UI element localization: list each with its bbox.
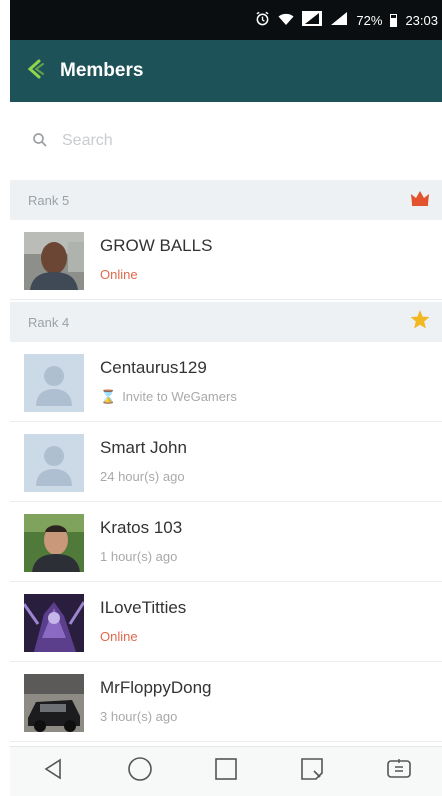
member-row[interactable]: ILoveTitties Online [10, 582, 442, 662]
section-header-rank-5: Rank 5 [10, 180, 442, 220]
member-status: Online [100, 267, 138, 282]
section-header-rank-4: Rank 4 [10, 302, 442, 342]
member-name: GROW BALLS [100, 236, 213, 255]
member-row[interactable]: Centaurus129 ⌛ Invite to WeGamers [10, 342, 442, 422]
nav-home-button[interactable] [120, 752, 160, 792]
clock: 23:03 [405, 12, 438, 28]
capture-icon [300, 757, 324, 786]
hourglass-icon: ⌛ [100, 389, 117, 404]
search-bar[interactable] [10, 102, 442, 180]
crown-icon [410, 190, 430, 211]
avatar [24, 674, 84, 732]
recents-icon [214, 757, 238, 786]
nav-back-button[interactable] [33, 752, 73, 792]
member-row[interactable]: Smart John 24 hour(s) ago [10, 422, 442, 502]
section-label: Rank 4 [28, 314, 70, 330]
page-title: Members [60, 60, 144, 81]
avatar-placeholder [24, 354, 84, 412]
avatar [24, 514, 84, 572]
member-row[interactable]: GROW BALLS Online [10, 220, 442, 300]
dual-window-icon [386, 757, 412, 786]
signal-icon-2 [330, 11, 348, 29]
member-status: Online [100, 629, 138, 644]
status-bar: 72% 23:03 [10, 0, 442, 40]
member-name: Smart John [100, 438, 187, 457]
member-status: 3 hour(s) ago [100, 709, 178, 724]
member-name: MrFloppyDong [100, 678, 212, 697]
star-icon [410, 310, 430, 334]
system-nav-bar [10, 746, 442, 796]
back-icon [41, 757, 65, 786]
home-icon [127, 756, 153, 787]
avatar [24, 232, 84, 290]
back-arrow-icon [24, 58, 46, 85]
signal-icon [302, 11, 323, 29]
member-row[interactable]: Kratos 103 1 hour(s) ago [10, 502, 442, 582]
avatar [24, 594, 84, 652]
member-status: 24 hour(s) ago [100, 469, 185, 484]
avatar-placeholder [24, 434, 84, 492]
search-input[interactable] [62, 132, 362, 150]
battery-icon [390, 13, 398, 27]
alarm-icon [255, 11, 270, 29]
search-icon [32, 132, 50, 150]
back-button[interactable] [10, 40, 60, 102]
member-status: 1 hour(s) ago [100, 549, 178, 564]
member-name: Kratos 103 [100, 518, 183, 537]
member-name: ILoveTitties [100, 598, 187, 617]
member-row[interactable]: MrFloppyDong 3 hour(s) ago [10, 662, 442, 742]
wifi-icon [278, 12, 294, 29]
nav-dual-window-button[interactable] [379, 752, 419, 792]
battery-percent: 72% [356, 12, 383, 28]
member-name: Centaurus129 [100, 358, 207, 377]
app-bar: Members [10, 40, 442, 102]
nav-capture-button[interactable] [292, 752, 332, 792]
invite-label: Invite to WeGamers [122, 389, 237, 404]
member-invite-status[interactable]: ⌛ Invite to WeGamers [100, 389, 237, 405]
nav-recents-button[interactable] [206, 752, 246, 792]
section-label: Rank 5 [28, 192, 70, 208]
